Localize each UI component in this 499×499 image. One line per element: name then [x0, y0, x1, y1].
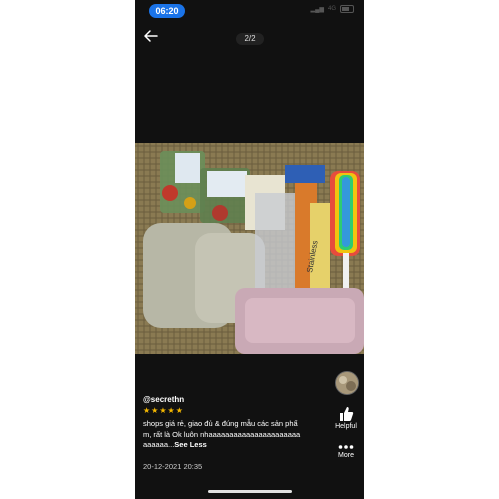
- page-counter: 2/2: [236, 33, 264, 45]
- phone-screen: 06:20 ▂▄▆ 4G 2/2 Stainless @secrethn ★★★…: [135, 0, 364, 499]
- status-icons: ▂▄▆ 4G: [310, 5, 354, 13]
- arrow-left-icon: [144, 30, 158, 42]
- review-photo[interactable]: Stainless: [135, 143, 364, 354]
- signal-icon: ▂▄▆: [310, 6, 324, 13]
- more-dots-icon: [338, 445, 354, 449]
- reviewer-avatar[interactable]: [335, 371, 359, 395]
- review-date: 20-12-2021 20:35: [143, 462, 203, 471]
- reviewer-username[interactable]: @secrethn: [143, 395, 184, 404]
- status-bar: 06:20 ▂▄▆ 4G: [135, 0, 364, 22]
- back-button[interactable]: [142, 27, 160, 45]
- review-text: shops giá rẻ, giao đủ & đúng mẫu các sản…: [143, 419, 303, 451]
- more-button[interactable]: More: [331, 444, 361, 459]
- review-body: shops giá rẻ, giao đủ & đúng mẫu các sản…: [143, 419, 301, 449]
- network-label: 4G: [327, 6, 336, 12]
- battery-icon: [340, 5, 354, 13]
- more-label: More: [338, 452, 354, 459]
- home-indicator[interactable]: [208, 490, 292, 493]
- thumbs-up-icon: [340, 407, 354, 421]
- helpful-label: Helpful: [335, 423, 357, 430]
- status-time: 06:20: [149, 4, 185, 18]
- helpful-button[interactable]: Helpful: [331, 406, 361, 430]
- see-less-button[interactable]: See Less: [174, 440, 207, 449]
- rating-stars: ★★★★★: [143, 406, 184, 415]
